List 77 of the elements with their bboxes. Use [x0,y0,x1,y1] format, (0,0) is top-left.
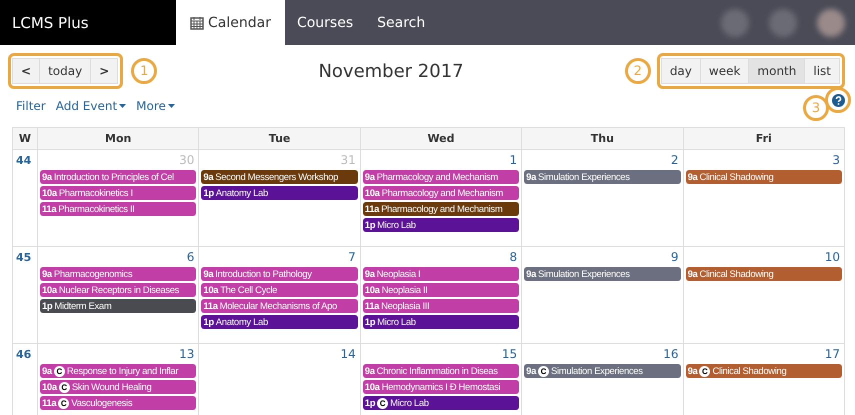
nav-tab[interactable]: Courses [284,0,366,45]
calendar-event[interactable]: 9a Introduction to Principles of Cel [40,170,196,184]
menu-link[interactable]: Filter [16,99,46,113]
calendar-event[interactable]: 11a Molecular Mechanisms of Apo [201,299,358,313]
calendar-event[interactable]: 1p Midterm Exam [40,299,196,313]
calendar-event[interactable]: 10a The Cell Cycle [201,283,358,297]
day-number[interactable]: 16 [663,347,679,361]
calendar-event[interactable]: 9a C Clinical Shadowing [686,364,842,378]
column-header: Mon [38,128,199,150]
help-icon[interactable] [825,87,851,113]
calendar-event[interactable]: 9a Clinical Shadowing [686,267,842,281]
calendar-icon [190,16,204,30]
day-number[interactable]: 10 [824,250,840,264]
calendar-event[interactable]: 10a Pharmacokinetics I [40,186,196,200]
brand-name: LCMS Plus [0,0,176,45]
day-number[interactable]: 2 [670,153,679,167]
day-number[interactable]: 8 [510,250,518,264]
callout-number: 3 [803,95,829,121]
calendar-event[interactable]: 9a Simulation Experiences [524,267,681,281]
callout-number: 1 [131,58,158,84]
calendar-event[interactable]: 1p C Micro Lab [362,396,520,410]
column-header: Wed [360,128,522,150]
day-number[interactable]: 14 [340,347,356,361]
calendar-title: November 2017 [317,60,465,82]
view-button[interactable]: week [700,58,750,84]
calendar-event[interactable]: 9a Neoplasia I [362,267,520,281]
next-button[interactable]: > [90,58,118,84]
calendar-event[interactable]: 9a Clinical Shadowing [686,170,842,184]
calendar-event[interactable]: 9a Chronic Inflammation in Diseas [362,364,520,378]
week-number[interactable]: 44 [16,154,32,167]
calendar-event[interactable]: 1p Anatomy Lab [201,315,358,329]
menu-link[interactable]: Add Event [56,99,126,113]
calendar-event[interactable]: 9a C Response to Injury and Inflar [40,364,196,378]
calendar-event[interactable]: 11a C Vasculogenesis [40,396,196,410]
calendar-event[interactable]: 1p Anatomy Lab [201,186,358,200]
calendar-event[interactable]: 9a Introduction to Pathology [201,267,358,281]
column-header: Thu [522,128,684,150]
week-number[interactable]: 46 [16,348,32,361]
day-number[interactable]: 9 [670,250,679,264]
calendar-event[interactable]: 9a Pharmacology and Mechanism [362,170,520,184]
menu-link[interactable]: More [136,99,175,113]
calendar-event[interactable]: 9a Simulation Experiences [524,170,681,184]
day-number[interactable]: 1 [510,153,518,167]
calendar-event[interactable]: 10a Neoplasia II [362,283,520,297]
today-button[interactable]: today [39,58,92,84]
day-number[interactable]: 6 [186,250,194,264]
nav-tab[interactable]: Search [365,0,438,45]
calendar-event[interactable]: 10a C Skin Wound Healing [40,380,196,394]
view-button[interactable]: month [748,58,806,84]
calendar-event[interactable]: 9a Pharmacogenomics [40,267,196,281]
week-number[interactable]: 45 [16,251,32,264]
column-header: W [12,128,38,150]
avatar-icon[interactable] [769,8,797,36]
column-header: Tue [198,128,360,150]
callout-number: 2 [624,58,651,84]
calendar-event[interactable]: 11a Pharmacology and Mechanism [362,202,520,216]
day-number[interactable]: 7 [348,250,356,264]
day-number[interactable]: 15 [502,347,518,361]
day-number[interactable]: 13 [179,347,194,361]
avatar-icon[interactable] [721,8,749,36]
day-number[interactable]: 3 [832,153,840,167]
day-number[interactable]: 17 [824,347,840,361]
calendar-event[interactable]: 11a Pharmacokinetics II [40,202,196,216]
previous-button[interactable]: < [12,58,40,84]
nav-tab[interactable]: Calendar [176,0,285,45]
calendar-event[interactable]: 10a Nuclear Receptors in Diseases [40,283,196,297]
calendar-event[interactable]: 10a Pharmacology and Mechanism [362,186,520,200]
calendar-event[interactable]: 9a Second Messengers Workshop [201,170,358,184]
calendar-event[interactable]: 1p Micro Lab [362,315,520,329]
calendar-event[interactable]: 9a C Simulation Experiences [524,364,681,378]
calendar-event[interactable]: 1p Micro Lab [362,218,520,232]
view-button[interactable]: day [660,58,701,84]
view-button[interactable]: list [804,58,840,84]
calendar-event[interactable]: 10a Hemodynamics I Ð Hemostasi [362,380,520,394]
column-header: Fri [683,128,844,150]
avatar-icon[interactable] [817,8,845,36]
calendar-event[interactable]: 11a Neoplasia III [362,299,520,313]
